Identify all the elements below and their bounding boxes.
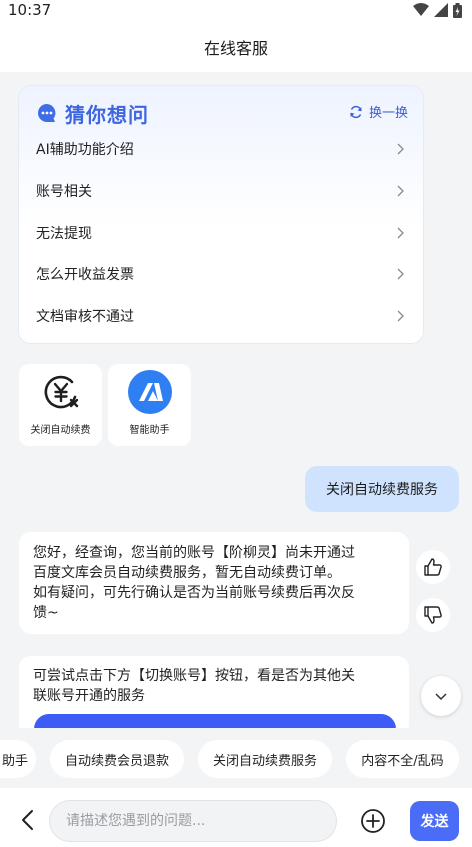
message-line: 您好，经查询，您当前的账号【阶柳灵】尚未开通过 (33, 545, 355, 561)
message-line: 百度文库会员自动续费服务，暂无自动续费订单。 (33, 565, 341, 581)
faq-item-label: 账号相关 (36, 184, 92, 200)
header: 在线客服 (0, 22, 472, 72)
quick-action-cancel-autorenew[interactable]: 关闭自动续费 (19, 364, 102, 446)
add-icon[interactable] (360, 808, 386, 834)
faq-item-label: 怎么开收益发票 (36, 267, 134, 283)
send-label: 发送 (420, 814, 449, 830)
faq-item[interactable]: 文档审核不通过 (36, 296, 408, 336)
faq-header: 猜你想问 (37, 100, 149, 127)
status-time: 10:37 (8, 1, 52, 19)
faq-item-label: 无法提现 (36, 226, 92, 242)
faq-item[interactable]: 怎么开收益发票 (36, 254, 408, 294)
message-input[interactable] (64, 812, 328, 830)
message-text: 关闭自动续费服务 (326, 482, 438, 498)
thumbs-up-button[interactable] (416, 550, 450, 584)
faq-item-label: AI辅助功能介绍 (36, 142, 134, 158)
refresh-button[interactable]: 换一换 (349, 102, 408, 121)
chip-assistant[interactable]: 助手 (0, 740, 36, 778)
faq-item[interactable]: 账号相关 (36, 171, 408, 211)
back-icon[interactable] (16, 808, 40, 832)
chip-label: 助手 (1, 753, 28, 769)
chip-autorenew-refund[interactable]: 自动续费会员退款 (50, 740, 184, 778)
chip-content-incomplete[interactable]: 内容不全/乱码 (346, 740, 459, 778)
message-line: 联账号开通的服务 (33, 688, 145, 704)
message-field[interactable] (50, 801, 336, 841)
signal-icon (434, 3, 448, 17)
chevron-right-icon (397, 268, 404, 280)
scroll-down-button[interactable] (421, 676, 461, 716)
chip-label: 自动续费会员退款 (64, 753, 169, 769)
agent-message: 您好，经查询，您当前的账号【阶柳灵】尚未开通过 百度文库会员自动续费服务，暂无自… (19, 532, 409, 634)
input-bar: 发送 (0, 788, 472, 847)
faq-item[interactable]: AI辅助功能介绍 (36, 129, 408, 169)
chevron-down-icon (435, 693, 447, 701)
system-icons (413, 2, 462, 18)
quick-action-ai-assistant[interactable]: 智能助手 (108, 364, 191, 446)
message-line: 如有疑问，可先行确认是否为当前账号续费后再次反 (33, 585, 355, 601)
thumbs-up-icon (424, 558, 442, 576)
message-line: 可尝试点击下方【切换账号】按钮，看是否为其他关 (33, 668, 355, 684)
message-line: 馈~ (33, 605, 59, 621)
faq-card: 猜你想问 换一换 AI辅助功能介绍 账号相关 无法提现 怎么开收益发票 文档审核… (19, 86, 423, 343)
wifi-icon (413, 3, 429, 16)
chevron-right-icon (397, 310, 404, 322)
chevron-right-icon (397, 227, 404, 239)
faq-item-label: 文档审核不通过 (36, 309, 134, 325)
chevron-right-icon (397, 143, 404, 155)
chip-label: 关闭自动续费服务 (212, 753, 317, 769)
ai-assistant-icon (128, 370, 172, 414)
chat-bubble-icon (38, 104, 56, 122)
cancel-autorenew-icon (44, 375, 79, 409)
battery-icon (453, 2, 462, 18)
chevron-right-icon (397, 185, 404, 197)
chip-cancel-autorenew[interactable]: 关闭自动续费服务 (198, 740, 332, 778)
faq-title: 猜你想问 (65, 102, 149, 127)
quick-action-label: 关闭自动续费 (30, 425, 91, 436)
faq-item[interactable]: 无法提现 (36, 213, 408, 253)
thumbs-down-button[interactable] (416, 598, 450, 632)
status-bar: 10:37 (0, 0, 472, 22)
chip-label: 内容不全/乱码 (361, 753, 444, 769)
user-message: 关闭自动续费服务 (305, 466, 459, 512)
send-button[interactable]: 发送 (410, 801, 459, 841)
refresh-icon (350, 105, 362, 118)
refresh-label: 换一换 (368, 106, 408, 121)
page-title: 在线客服 (203, 39, 268, 58)
quick-action-label: 智能助手 (129, 425, 170, 436)
thumbs-down-icon (424, 606, 442, 624)
suggestion-chips: 助手 自动续费会员退款 关闭自动续费服务 内容不全/乱码 (0, 728, 472, 788)
